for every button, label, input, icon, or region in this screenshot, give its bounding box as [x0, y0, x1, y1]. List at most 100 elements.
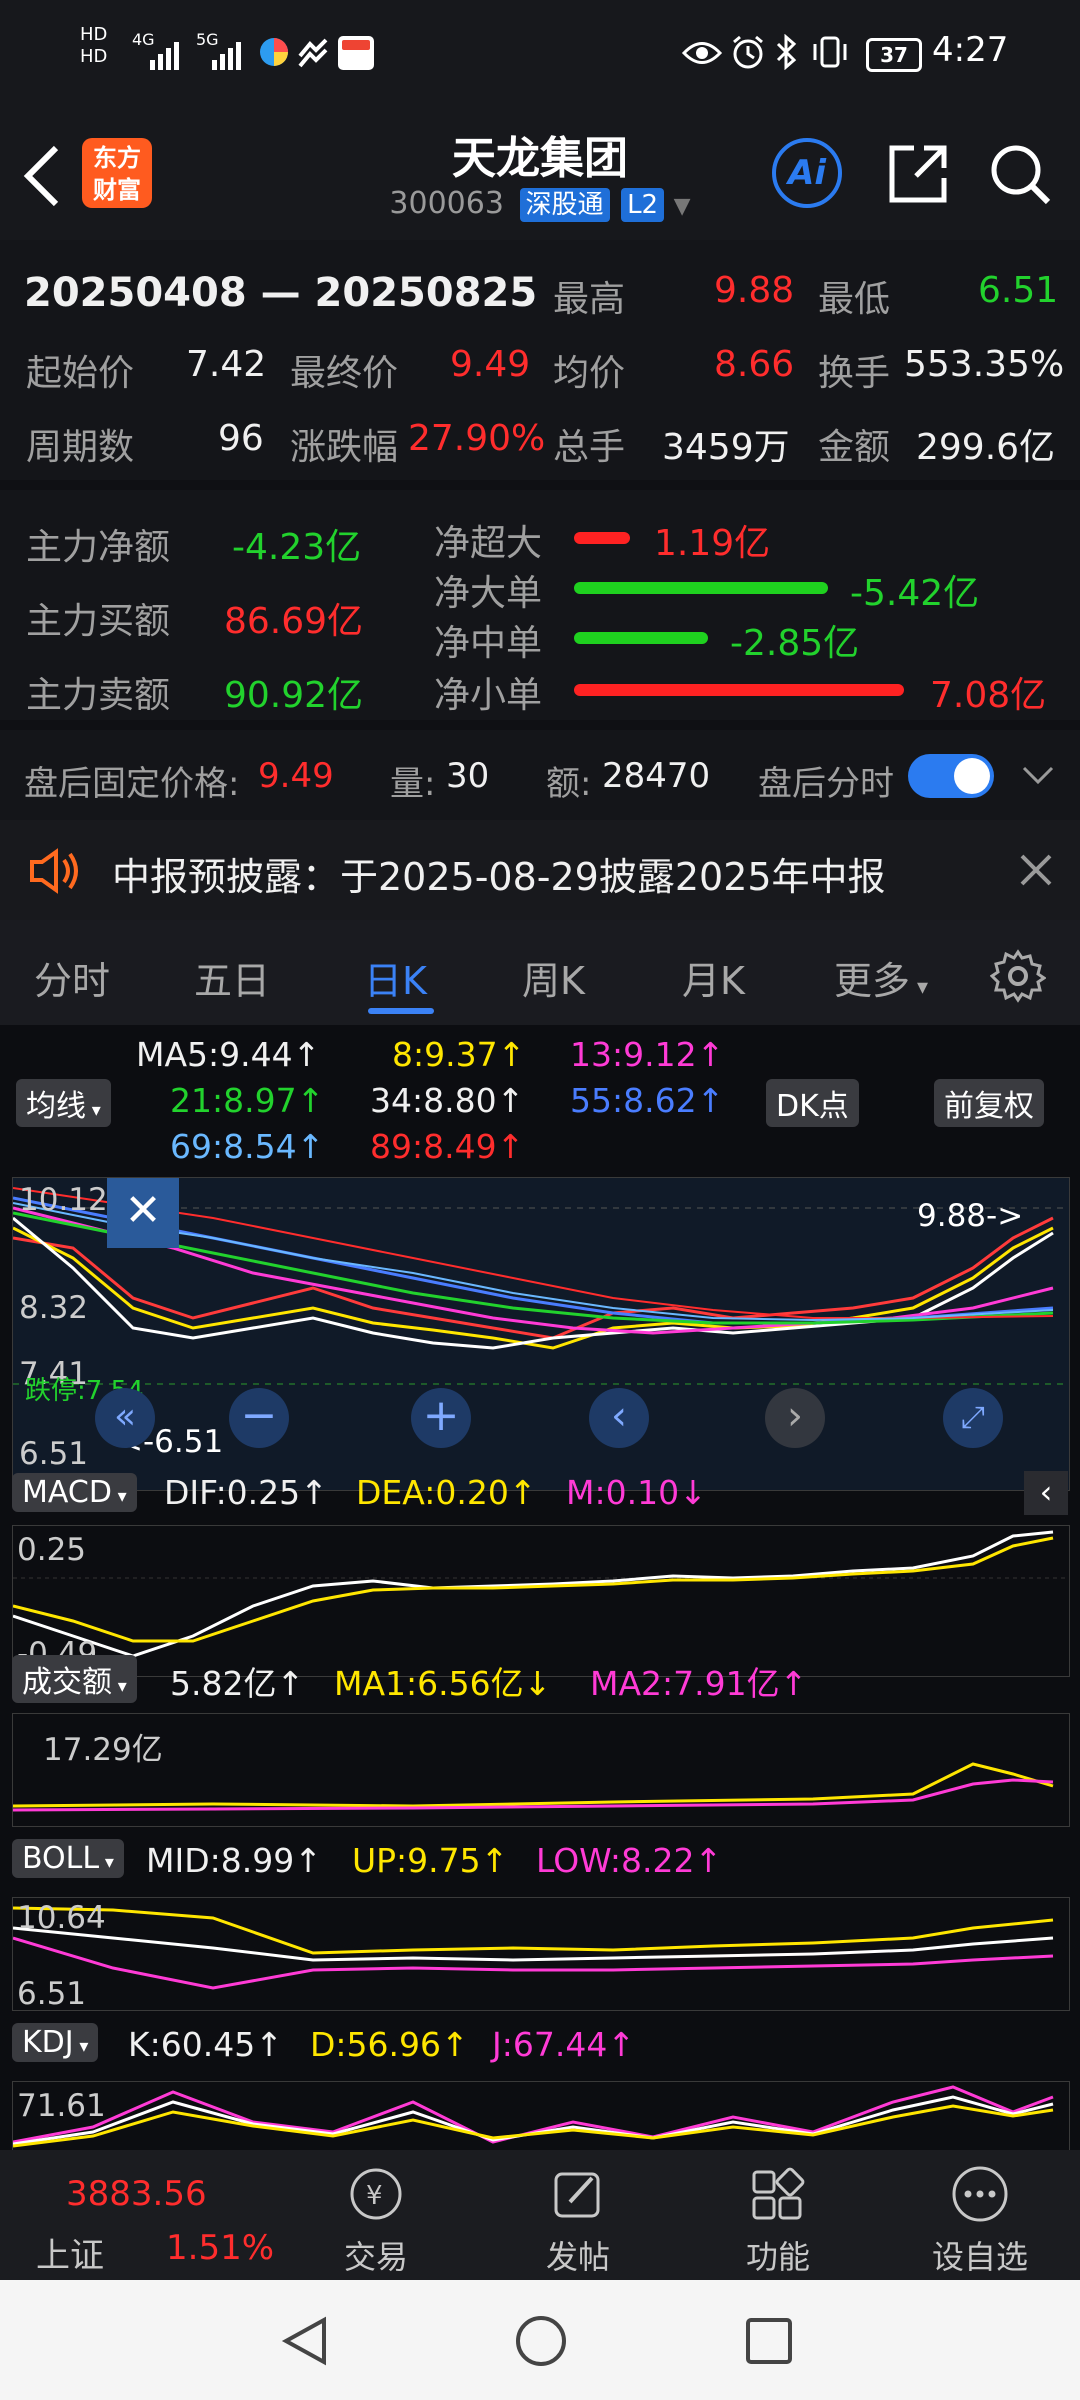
- low-value: 6.51: [978, 270, 1059, 311]
- macd-selector[interactable]: MACD ▾: [12, 1473, 137, 1512]
- notice-banner[interactable]: 中报预披露：于2025-08-29披露2025年中报: [0, 820, 1080, 920]
- shenzhen-connect-tag: 深股通: [519, 187, 610, 222]
- tab-more[interactable]: 更多 ▾: [834, 950, 928, 1005]
- index-ticker[interactable]: 3883.56 上证 1.51%: [0, 2150, 280, 2280]
- price-adjust-button[interactable]: 前复权: [934, 1079, 1044, 1127]
- fund-flow: 主力净额 -4.23亿 主力买额 86.69亿 主力卖额 90.92亿 净超大 …: [0, 490, 1080, 720]
- after-timeshare-label: 盘后分时: [758, 764, 894, 804]
- bluetooth-icon: [774, 33, 800, 74]
- after-amt-label: 额:: [546, 764, 592, 804]
- flow-bar-medium: [574, 632, 708, 644]
- change-value: 27.90%: [408, 418, 546, 459]
- share-icon[interactable]: [886, 142, 950, 210]
- search-icon[interactable]: [988, 142, 1052, 210]
- bottom-nav: 3883.56 上证 1.51% ¥ 交易 发帖 功能 设自选: [0, 2150, 1080, 2280]
- ma8-value: 8:9.37↑: [392, 1035, 526, 1074]
- flow-row-super-value: 1.19亿: [654, 523, 771, 564]
- ai-assistant-button[interactable]: Ai: [772, 138, 842, 208]
- stock-code: 300063: [389, 186, 504, 221]
- boll-panel: 10.64 6.51: [12, 1897, 1070, 2012]
- periods-label: 周期数: [26, 427, 135, 468]
- volume-y-high: 17.29亿: [43, 1732, 163, 1768]
- battery-icon: 37: [866, 38, 922, 72]
- fullscreen-icon[interactable]: ⤢: [943, 1388, 1003, 1448]
- macd-dea: DEA:0.20↑: [356, 1473, 537, 1512]
- tab-timeshare[interactable]: 分时: [34, 950, 110, 1005]
- volume-svg: [12, 1762, 1054, 1812]
- flow-row-large-value: -5.42亿: [850, 573, 980, 614]
- kdj-panel: 71.61: [12, 2081, 1070, 2151]
- close-zoom-icon[interactable]: ✕: [107, 1178, 179, 1248]
- flow-row-medium-value: -2.85亿: [730, 623, 860, 664]
- tab-weekly-k[interactable]: 周K: [522, 950, 585, 1005]
- ma21-value: 21:8.97↑: [170, 1081, 325, 1120]
- main-sell-value: 90.92亿: [224, 675, 364, 716]
- amount-value: 299.6亿: [916, 427, 1056, 468]
- flow-row-small-label: 净小单: [434, 675, 543, 716]
- system-nav-bar: [0, 2280, 1080, 2400]
- amount-label: 金额: [818, 427, 891, 468]
- main-buy-label: 主力买额: [26, 601, 171, 642]
- flow-row-small-value: 7.08亿: [930, 675, 1047, 716]
- main-net-value: -4.23亿: [232, 527, 362, 568]
- ma55-value: 55:8.62↑: [570, 1081, 725, 1120]
- flow-row-super-label: 净超大: [434, 523, 543, 564]
- signal-icon-2: [212, 38, 252, 74]
- kline-panel[interactable]: 10.12 8.32 7.41 6.51 9.88-> <-6.51 跌停:7.…: [12, 1177, 1070, 1491]
- grid-icon: [708, 2164, 848, 2232]
- collapse-panel-icon[interactable]: ‹: [1024, 1471, 1068, 1515]
- scroll-right-icon[interactable]: ›: [765, 1388, 825, 1448]
- ma69-value: 69:8.54↑: [170, 1127, 325, 1166]
- volume-panel: 17.29亿: [12, 1713, 1070, 1827]
- settings-gear-icon[interactable]: [989, 948, 1047, 1008]
- period-tabs: 分时 五日 日K 周K 月K 更多 ▾: [0, 920, 1080, 1025]
- y-axis-low: 6.51: [19, 1436, 89, 1472]
- scroll-start-icon[interactable]: «: [95, 1388, 155, 1448]
- notice-text: 中报预披露：于2025-08-29披露2025年中报: [112, 855, 886, 899]
- macd-m: M:0.10↓: [566, 1473, 707, 1512]
- scroll-left-icon[interactable]: ‹: [589, 1388, 649, 1448]
- zoom-out-icon[interactable]: −: [229, 1388, 289, 1448]
- after-timeshare-toggle[interactable]: [908, 754, 994, 798]
- volume-value: 5.82亿↑: [170, 1664, 305, 1703]
- high-label: 最高: [553, 279, 626, 320]
- tab-five-day[interactable]: 五日: [194, 950, 270, 1005]
- flow-bar-super: [574, 532, 630, 544]
- zoom-in-icon[interactable]: +: [411, 1388, 471, 1448]
- recent-apps-icon[interactable]: [744, 2316, 794, 2370]
- volume-selector[interactable]: 成交额 ▾: [12, 1655, 137, 1703]
- edit-icon: [508, 2164, 648, 2232]
- nav-functions[interactable]: 功能: [708, 2150, 848, 2278]
- boll-selector[interactable]: BOLL ▾: [12, 1839, 124, 1878]
- kdj-svg: [13, 2085, 1054, 2148]
- y-axis-high: 10.12: [19, 1182, 108, 1218]
- dk-point-button[interactable]: DK点: [766, 1079, 859, 1127]
- tab-daily-k[interactable]: 日K: [364, 950, 427, 1005]
- avg-value: 8.66: [714, 344, 795, 385]
- chevron-down-icon[interactable]: ▼: [674, 194, 691, 219]
- after-vol-value: 30: [446, 756, 490, 796]
- after-vol-label: 量:: [390, 764, 436, 804]
- status-bar: HD HD 4G 5G 37 4:27: [0, 0, 1080, 110]
- kdj-selector[interactable]: KDJ ▾: [12, 2023, 99, 2062]
- after-price-value: 9.49: [258, 756, 334, 796]
- tab-monthly-k[interactable]: 月K: [682, 950, 745, 1005]
- close-icon[interactable]: [1016, 850, 1056, 894]
- expand-chevron-icon[interactable]: [1018, 760, 1058, 794]
- start-label: 起始价: [26, 353, 135, 394]
- tab-active-indicator: [368, 1008, 434, 1014]
- flow-row-large-label: 净大单: [434, 573, 543, 614]
- nav-trade[interactable]: ¥ 交易: [306, 2150, 446, 2278]
- back-triangle-icon[interactable]: [280, 2314, 330, 2372]
- nav-post[interactable]: 发帖: [508, 2150, 648, 2278]
- kdj-d: D:56.96↑: [310, 2025, 469, 2064]
- main-net-label: 主力净额: [26, 527, 171, 568]
- high-marker: 9.88->: [917, 1198, 1024, 1234]
- nav-add-watchlist[interactable]: 设自选: [910, 2150, 1050, 2278]
- period-stats: 20250408 — 20250825 最高 9.88 最低 6.51 起始价 …: [0, 240, 1080, 480]
- index-value: 3883.56: [66, 2174, 207, 2214]
- boll-low: LOW:8.22↑: [536, 1841, 723, 1880]
- ma-selector[interactable]: 均线 ▾: [16, 1079, 111, 1127]
- boll-y-low: 6.51: [17, 1976, 87, 2012]
- home-circle-icon[interactable]: [514, 2314, 568, 2372]
